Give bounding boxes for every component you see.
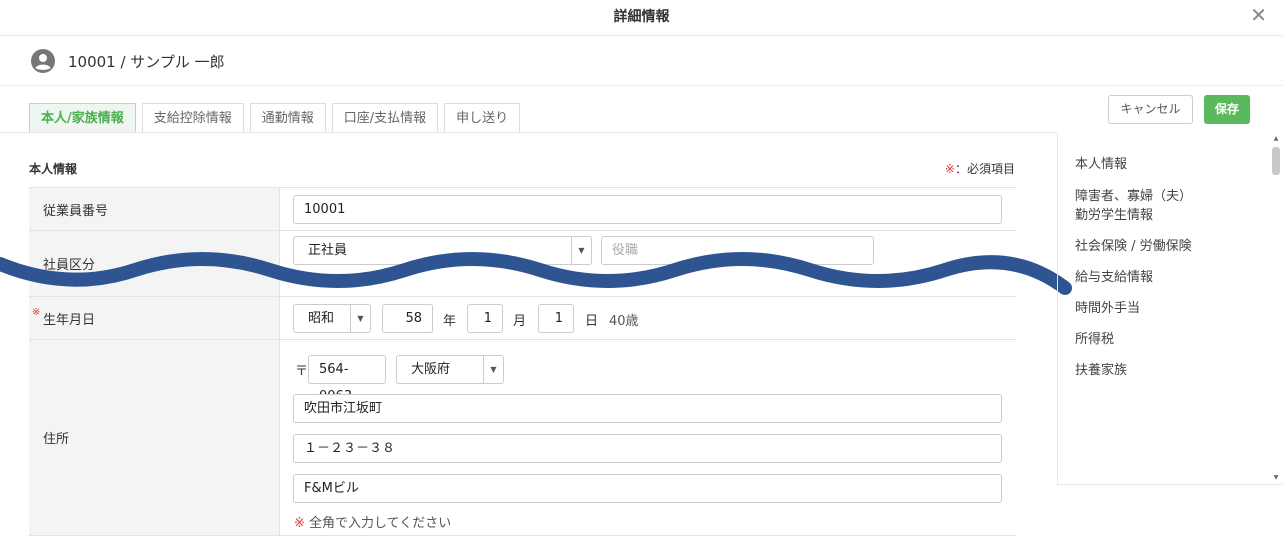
- field-address: 〒 564-0063 大阪府 ▼ 吹田市江坂町 １－２３－３８ F&Mビル ※ …: [279, 340, 1016, 535]
- tab-handover-notes[interactable]: 申し送り: [444, 103, 521, 133]
- era-select[interactable]: 昭和 ▼: [293, 304, 371, 333]
- nav-item-income-tax[interactable]: 所得税: [1075, 331, 1114, 349]
- scroll-up-icon[interactable]: ▲: [1272, 135, 1280, 142]
- nav-item-dependents[interactable]: 扶養家族: [1075, 362, 1127, 380]
- address-line3-input[interactable]: F&Mビル: [293, 474, 1002, 503]
- nav-item-social-insurance[interactable]: 社会保険 / 労働保険: [1075, 238, 1192, 256]
- required-note-text: ：必須項目: [954, 162, 1015, 176]
- era-value: 昭和: [308, 311, 335, 326]
- nav-item-working-student[interactable]: 勤労学生情報: [1075, 207, 1153, 225]
- field-employee-type: 正社員 ▼ 役職: [279, 231, 1016, 296]
- tab-personal-family[interactable]: 本人/家族情報: [29, 103, 136, 133]
- address-line1-input[interactable]: 吹田市江坂町: [293, 394, 1002, 423]
- label-employee-type: 社員区分: [29, 231, 279, 296]
- row-employee-number: 従業員番号 10001: [29, 188, 1016, 231]
- label-employee-number: 従業員番号: [29, 188, 279, 230]
- nav-item-disability-widow[interactable]: 障害者、寡婦（夫）: [1075, 188, 1192, 206]
- nav-item-salary-info[interactable]: 給与支給情報: [1075, 269, 1153, 287]
- section-nav: 本人情報 障害者、寡婦（夫） 勤労学生情報 社会保険 / 労働保険 給与支給情報…: [1057, 133, 1283, 485]
- close-icon[interactable]: ✕: [1250, 3, 1267, 27]
- age-text: 40歳: [609, 314, 639, 329]
- scrollbar[interactable]: ▲ ▼: [1272, 135, 1280, 481]
- month-unit: 月: [513, 314, 527, 329]
- employee-type-value: 正社員: [308, 243, 348, 258]
- user-circle-icon: [31, 49, 55, 73]
- postal-code-input[interactable]: 564-0063: [308, 355, 386, 404]
- modal-title: 詳細情報: [613, 9, 670, 25]
- label-birthdate: ※ 生年月日: [29, 297, 279, 339]
- tab-commute[interactable]: 通勤情報: [249, 103, 326, 133]
- address-line2-input[interactable]: １－２３－３８: [293, 434, 1002, 463]
- required-mark: ※: [944, 162, 955, 176]
- birth-day-input[interactable]: 1: [538, 304, 574, 333]
- user-name: 10001 / サンプル 一郎: [68, 53, 225, 71]
- scroll-down-icon[interactable]: ▼: [1272, 474, 1280, 481]
- personal-info-form: 従業員番号 10001 社員区分 正社員 ▼ 役職 ※ 生年月日 昭和 ▼ 58…: [29, 187, 1016, 542]
- save-button[interactable]: 保存: [1204, 95, 1250, 124]
- nav-item-overtime[interactable]: 時間外手当: [1075, 300, 1140, 318]
- detail-modal: 詳細情報 ✕ 10001 / サンプル 一郎 本人/家族情報 支給控除情報 通勤…: [0, 0, 1283, 542]
- cancel-button[interactable]: キャンセル: [1108, 95, 1193, 124]
- row-address: 住所 〒 564-0063 大阪府 ▼ 吹田市江坂町 １－２３－３８ F&Mビル…: [29, 340, 1016, 536]
- tab-bank-payment[interactable]: 口座/支払情報: [331, 103, 439, 133]
- nav-item-personal-info[interactable]: 本人情報: [1075, 156, 1127, 174]
- scroll-thumb[interactable]: [1272, 147, 1280, 175]
- day-unit: 日: [585, 314, 599, 329]
- label-address: 住所: [29, 340, 279, 535]
- birth-month-input[interactable]: 1: [467, 304, 503, 333]
- tab-divider: [0, 132, 1057, 133]
- field-birthdate: 昭和 ▼ 58 年 1 月 1 日 40歳: [279, 297, 1016, 339]
- tab-payment-deduction[interactable]: 支給控除情報: [141, 103, 244, 133]
- chevron-down-icon: ▼: [483, 356, 503, 383]
- row-birthdate: ※ 生年月日 昭和 ▼ 58 年 1 月 1 日 40歳: [29, 297, 1016, 340]
- required-note: ※：必須項目: [945, 160, 1015, 177]
- address-hint-text: 全角で入力してください: [309, 516, 452, 531]
- user-bar: 10001 / サンプル 一郎: [0, 36, 1283, 86]
- year-unit: 年: [443, 314, 457, 329]
- section-title: 本人情報: [29, 162, 78, 176]
- prefecture-select[interactable]: 大阪府 ▼: [396, 355, 504, 384]
- address-hint: ※ 全角で入力してください: [294, 512, 451, 531]
- row-employee-type: 社員区分 正社員 ▼ 役職: [29, 231, 1016, 297]
- required-mark: ※: [294, 516, 305, 531]
- tab-bar: 本人/家族情報 支給控除情報 通勤情報 口座/支払情報 申し送り: [29, 103, 521, 133]
- chevron-down-icon: ▼: [350, 305, 370, 332]
- employee-type-select[interactable]: 正社員 ▼: [293, 236, 592, 265]
- employee-number-input[interactable]: 10001: [293, 195, 1002, 224]
- postal-mark: 〒: [295, 364, 309, 379]
- modal-header: 詳細情報 ✕: [0, 0, 1283, 36]
- prefecture-value: 大阪府: [411, 362, 451, 377]
- birth-year-input[interactable]: 58: [382, 304, 433, 333]
- required-mark: ※: [32, 307, 41, 318]
- label-birthdate-text: 生年月日: [43, 312, 96, 328]
- chevron-down-icon: ▼: [571, 237, 591, 264]
- field-employee-number: 10001: [279, 188, 1016, 230]
- role-input[interactable]: 役職: [601, 236, 874, 265]
